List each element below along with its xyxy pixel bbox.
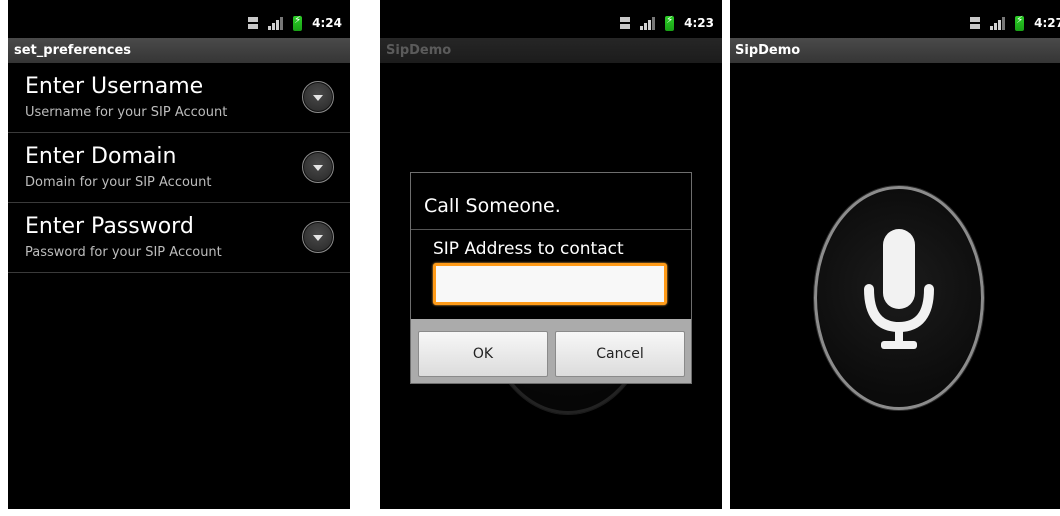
- battery-charging-icon: [293, 15, 303, 31]
- app-title: SipDemo: [380, 38, 722, 63]
- ok-button[interactable]: OK: [418, 331, 548, 377]
- screen-walkie-talkie: 4:27 SipDemo: [730, 0, 1060, 509]
- status-time: 4:24: [312, 16, 342, 30]
- 3g-icon: [620, 16, 631, 30]
- screen-preferences: 4:24 set_preferences Enter Username User…: [8, 0, 350, 509]
- dialog-button-bar: OK Cancel: [411, 319, 691, 383]
- sip-address-label: SIP Address to contact: [433, 239, 624, 259]
- 3g-icon: [970, 16, 981, 30]
- status-bar: 4:23: [380, 0, 722, 38]
- battery-charging-icon: [665, 15, 675, 31]
- status-time: 4:23: [684, 16, 714, 30]
- dialog-divider: [411, 229, 691, 230]
- screen-call-dialog: 4:23 SipDemo Call Someone. SIP Address t…: [380, 0, 722, 509]
- microphone-icon: [864, 229, 934, 349]
- pref-domain[interactable]: Enter Domain Domain for your SIP Account: [8, 133, 350, 203]
- pref-summary: Username for your SIP Account: [25, 105, 228, 120]
- status-time: 4:27: [1034, 16, 1060, 30]
- chevron-down-icon: [302, 81, 334, 113]
- status-bar: 4:24: [8, 0, 350, 38]
- 3g-icon: [248, 16, 259, 30]
- signal-icon: [268, 16, 284, 30]
- call-dialog: Call Someone. SIP Address to contact OK …: [410, 172, 692, 384]
- chevron-down-icon: [302, 151, 334, 183]
- signal-icon: [990, 16, 1006, 30]
- chevron-down-icon: [302, 221, 334, 253]
- app-title: set_preferences: [8, 38, 350, 63]
- pref-password[interactable]: Enter Password Password for your SIP Acc…: [8, 203, 350, 273]
- pref-title: Enter Password: [25, 214, 194, 239]
- pref-username[interactable]: Enter Username Username for your SIP Acc…: [8, 63, 350, 133]
- sip-address-input[interactable]: [433, 263, 667, 305]
- battery-charging-icon: [1015, 15, 1025, 31]
- cancel-button[interactable]: Cancel: [555, 331, 685, 377]
- walkie-talkie-button[interactable]: [814, 186, 984, 410]
- pref-title: Enter Domain: [25, 144, 177, 169]
- pref-title: Enter Username: [25, 74, 204, 99]
- pref-summary: Password for your SIP Account: [25, 245, 222, 260]
- pref-summary: Domain for your SIP Account: [25, 175, 212, 190]
- dialog-title: Call Someone.: [424, 195, 561, 217]
- signal-icon: [640, 16, 656, 30]
- app-title: SipDemo: [730, 38, 1060, 63]
- status-bar: 4:27: [730, 0, 1060, 38]
